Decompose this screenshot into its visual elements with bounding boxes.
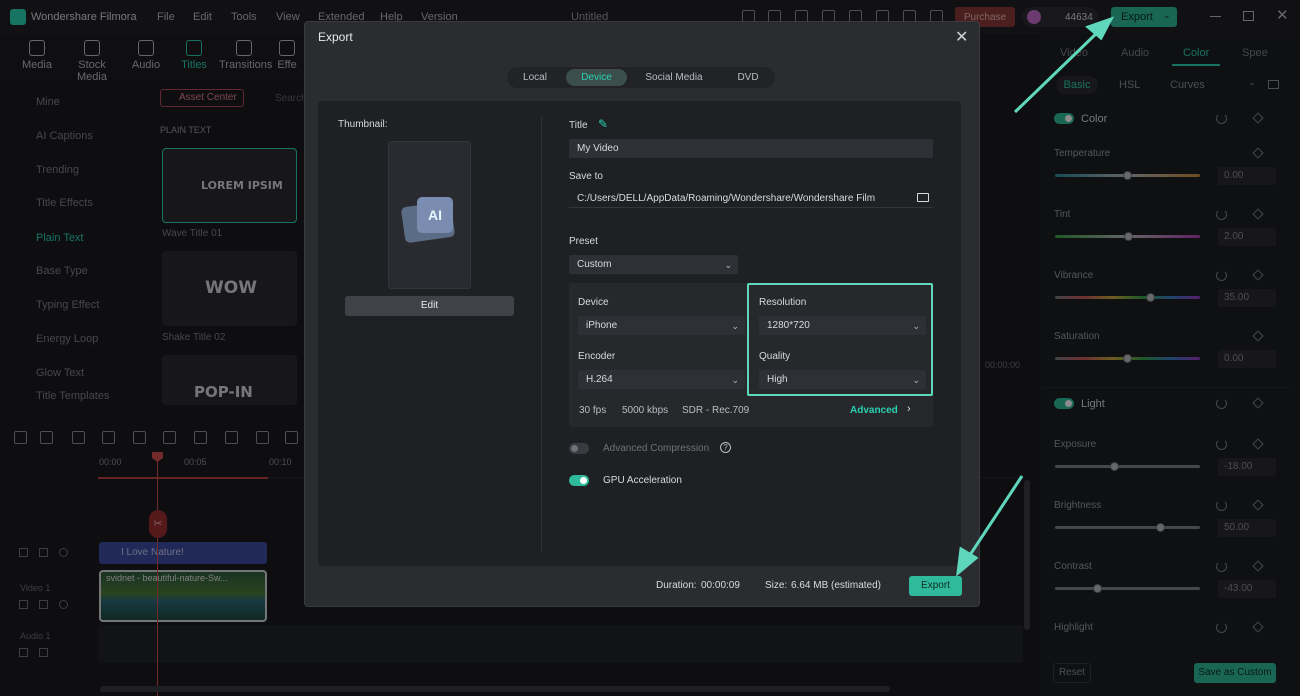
bitrate-info: 5000 kbps (622, 405, 669, 416)
vertical-divider (541, 117, 542, 552)
edit-thumbnail-button[interactable]: Edit (345, 296, 514, 316)
advanced-compression-toggle[interactable] (569, 443, 589, 454)
quality-label: Quality (759, 351, 791, 362)
size-label: Size: (765, 580, 788, 591)
duration-label: Duration: (656, 580, 697, 591)
preset-label: Preset (569, 236, 598, 247)
size-value: 6.64 MB (791, 580, 829, 591)
quality-value: High (767, 374, 788, 385)
preset-select[interactable]: Custom ⌄ (569, 255, 738, 274)
encoder-label: Encoder (578, 351, 616, 362)
save-path-field[interactable]: C:/Users/DELL/AppData/Roaming/Wondershar… (569, 189, 933, 208)
chevron-down-icon: ⌄ (912, 321, 920, 331)
color-space-info: SDR - Rec.709 (682, 405, 750, 416)
duration-value: 00:00:09 (701, 580, 740, 591)
device-select[interactable]: iPhone ⌄ (578, 316, 745, 335)
save-to-label: Save to (569, 171, 603, 182)
size-note: (estimated) (831, 580, 882, 591)
device-label: Device (578, 297, 609, 308)
tab-dvd[interactable]: DVD (724, 69, 772, 86)
tab-device[interactable]: Device (566, 69, 627, 86)
chevron-right-icon[interactable]: › (907, 403, 911, 415)
advanced-compression-label: Advanced Compression (603, 443, 710, 454)
thumbnail-label: Thumbnail: (338, 119, 388, 130)
export-button[interactable]: Export (909, 576, 962, 596)
device-value: iPhone (586, 320, 618, 331)
resolution-select[interactable]: 1280*720 ⌄ (759, 316, 926, 335)
help-icon[interactable]: ? (720, 442, 731, 453)
tab-local[interactable]: Local (513, 69, 557, 86)
resolution-value: 1280*720 (767, 320, 810, 331)
ai-badge-icon: AI (417, 197, 453, 233)
title-label: Title (569, 120, 588, 131)
chevron-down-icon: ⌄ (724, 260, 732, 270)
fps-info: 30 fps (579, 405, 607, 416)
gpu-acceleration-label: GPU Acceleration (603, 475, 682, 486)
dialog-title: Export (318, 30, 353, 44)
preset-value: Custom (577, 259, 612, 270)
folder-icon[interactable] (917, 193, 929, 202)
tab-social-media[interactable]: Social Media (638, 69, 710, 86)
title-input[interactable]: My Video (569, 139, 933, 158)
advanced-link[interactable]: Advanced (850, 405, 898, 416)
encoder-select[interactable]: H.264 ⌄ (578, 370, 745, 389)
encoder-value: H.264 (586, 374, 613, 385)
chevron-down-icon: ⌄ (731, 375, 739, 385)
close-icon[interactable]: ✕ (955, 27, 968, 47)
resolution-label: Resolution (759, 297, 807, 308)
chevron-down-icon: ⌄ (912, 375, 920, 385)
quality-select[interactable]: High ⌄ (759, 370, 926, 389)
ai-write-icon[interactable]: ✎ (598, 117, 608, 131)
gpu-acceleration-toggle[interactable] (569, 475, 589, 486)
thumbnail-preview[interactable]: AI (388, 141, 471, 289)
chevron-down-icon: ⌄ (731, 321, 739, 331)
